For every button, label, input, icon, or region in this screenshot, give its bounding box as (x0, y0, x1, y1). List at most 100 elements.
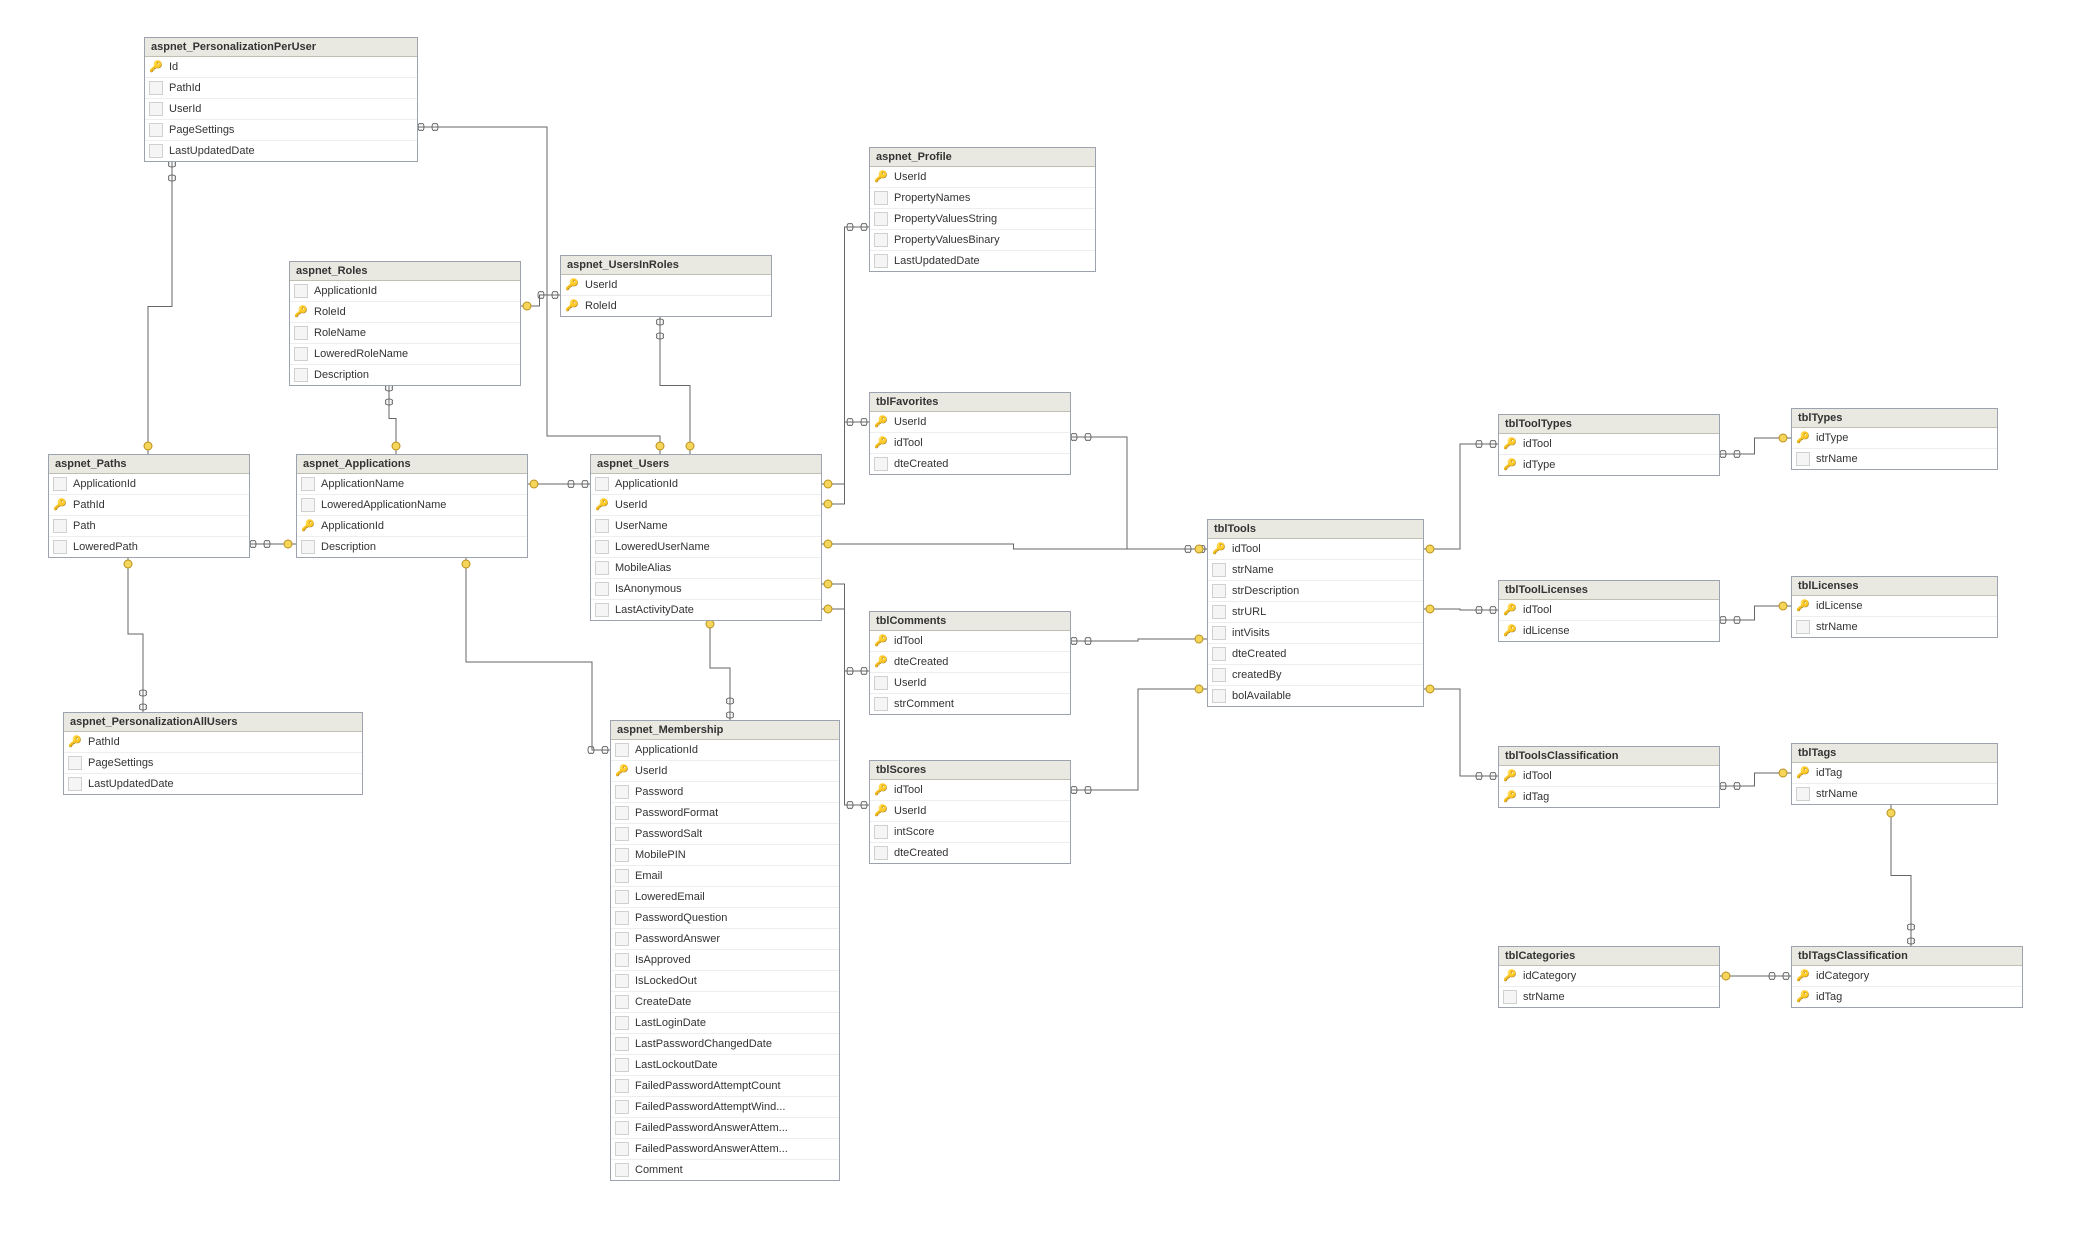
column-row[interactable]: 🔑idTag (1499, 787, 1719, 807)
entity-aspnet_Profile[interactable]: aspnet_Profile🔑UserIdPropertyNamesProper… (869, 147, 1096, 272)
column-row[interactable]: LoweredEmail (611, 887, 839, 908)
column-row[interactable]: dteCreated (870, 454, 1070, 474)
column-row[interactable]: 🔑UserId (591, 495, 821, 516)
column-row[interactable]: 🔑idTag (1792, 987, 2022, 1007)
entity-tblTypes[interactable]: tblTypes🔑idTypestrName (1791, 408, 1998, 470)
column-row[interactable]: PathId (145, 78, 417, 99)
entity-aspnet_UsersInRoles[interactable]: aspnet_UsersInRoles🔑UserId🔑RoleId (560, 255, 772, 317)
column-row[interactable]: 🔑RoleId (290, 302, 520, 323)
column-row[interactable]: PageSettings (145, 120, 417, 141)
entity-tblToolLicenses[interactable]: tblToolLicenses🔑idTool🔑idLicense (1498, 580, 1720, 642)
entity-tblFavorites[interactable]: tblFavorites🔑UserId🔑idTooldteCreated (869, 392, 1071, 475)
entity-aspnet_Applications[interactable]: aspnet_ApplicationsApplicationNameLowere… (296, 454, 528, 558)
entity-tblToolsClassification[interactable]: tblToolsClassification🔑idTool🔑idTag (1498, 746, 1720, 808)
column-row[interactable]: Path (49, 516, 249, 537)
column-row[interactable]: 🔑idTool (1499, 600, 1719, 621)
column-row[interactable]: 🔑idTool (1499, 434, 1719, 455)
entity-tblCategories[interactable]: tblCategories🔑idCategorystrName (1498, 946, 1720, 1008)
column-row[interactable]: PropertyNames (870, 188, 1095, 209)
column-row[interactable]: PageSettings (64, 753, 362, 774)
entity-tblTools[interactable]: tblTools🔑idToolstrNamestrDescriptionstrU… (1207, 519, 1424, 707)
column-row[interactable]: strDescription (1208, 581, 1423, 602)
entity-tblComments[interactable]: tblComments🔑idTool🔑dteCreatedUserIdstrCo… (869, 611, 1071, 715)
column-row[interactable]: intVisits (1208, 623, 1423, 644)
entity-tblScores[interactable]: tblScores🔑idTool🔑UserIdintScoredteCreate… (869, 760, 1071, 864)
column-row[interactable]: LastUpdatedDate (64, 774, 362, 794)
column-row[interactable]: LastPasswordChangedDate (611, 1034, 839, 1055)
entity-aspnet_Paths[interactable]: aspnet_PathsApplicationId🔑PathIdPathLowe… (48, 454, 250, 558)
column-row[interactable]: 🔑UserId (870, 412, 1070, 433)
column-row[interactable]: strName (1208, 560, 1423, 581)
column-row[interactable]: 🔑idLicense (1792, 596, 1997, 617)
column-row[interactable]: UserId (870, 673, 1070, 694)
entity-tblToolTypes[interactable]: tblToolTypes🔑idTool🔑idType (1498, 414, 1720, 476)
column-row[interactable]: ApplicationName (297, 474, 527, 495)
column-row[interactable]: PasswordSalt (611, 824, 839, 845)
column-row[interactable]: strComment (870, 694, 1070, 714)
column-row[interactable]: 🔑UserId (611, 761, 839, 782)
column-row[interactable]: 🔑idTool (870, 631, 1070, 652)
column-row[interactable]: createdBy (1208, 665, 1423, 686)
column-row[interactable]: 🔑idCategory (1792, 966, 2022, 987)
column-row[interactable]: dteCreated (1208, 644, 1423, 665)
column-row[interactable]: 🔑dteCreated (870, 652, 1070, 673)
column-row[interactable]: 🔑idTool (870, 780, 1070, 801)
column-row[interactable]: LastUpdatedDate (145, 141, 417, 161)
column-row[interactable]: PropertyValuesString (870, 209, 1095, 230)
column-row[interactable]: PasswordQuestion (611, 908, 839, 929)
column-row[interactable]: ApplicationId (611, 740, 839, 761)
column-row[interactable]: 🔑PathId (64, 732, 362, 753)
column-row[interactable]: 🔑idTool (1499, 766, 1719, 787)
column-row[interactable]: UserName (591, 516, 821, 537)
column-row[interactable]: strName (1792, 449, 1997, 469)
column-row[interactable]: FailedPasswordAttemptWind... (611, 1097, 839, 1118)
column-row[interactable]: 🔑idType (1499, 455, 1719, 475)
column-row[interactable]: MobileAlias (591, 558, 821, 579)
column-row[interactable]: Comment (611, 1160, 839, 1180)
entity-tblTags[interactable]: tblTags🔑idTagstrName (1791, 743, 1998, 805)
column-row[interactable]: CreateDate (611, 992, 839, 1013)
column-row[interactable]: MobilePIN (611, 845, 839, 866)
entity-aspnet_Roles[interactable]: aspnet_RolesApplicationId🔑RoleIdRoleName… (289, 261, 521, 386)
column-row[interactable]: 🔑Id (145, 57, 417, 78)
column-row[interactable]: RoleName (290, 323, 520, 344)
column-row[interactable]: 🔑idType (1792, 428, 1997, 449)
column-row[interactable]: FailedPasswordAttemptCount (611, 1076, 839, 1097)
column-row[interactable]: LoweredUserName (591, 537, 821, 558)
column-row[interactable]: 🔑idTool (1208, 539, 1423, 560)
column-row[interactable]: IsApproved (611, 950, 839, 971)
entity-aspnet_PersonalizationAllUsers[interactable]: aspnet_PersonalizationAllUsers🔑PathIdPag… (63, 712, 363, 795)
column-row[interactable]: 🔑UserId (870, 801, 1070, 822)
column-row[interactable]: LoweredRoleName (290, 344, 520, 365)
column-row[interactable]: PasswordFormat (611, 803, 839, 824)
column-row[interactable]: strURL (1208, 602, 1423, 623)
column-row[interactable]: ApplicationId (49, 474, 249, 495)
column-row[interactable]: IsLockedOut (611, 971, 839, 992)
column-row[interactable]: LastLockoutDate (611, 1055, 839, 1076)
column-row[interactable]: Description (290, 365, 520, 385)
column-row[interactable]: Email (611, 866, 839, 887)
column-row[interactable]: LastLoginDate (611, 1013, 839, 1034)
column-row[interactable]: 🔑idLicense (1499, 621, 1719, 641)
entity-tblLicenses[interactable]: tblLicenses🔑idLicensestrName (1791, 576, 1998, 638)
column-row[interactable]: 🔑idTool (870, 433, 1070, 454)
column-row[interactable]: FailedPasswordAnswerAttem... (611, 1118, 839, 1139)
column-row[interactable]: bolAvailable (1208, 686, 1423, 706)
column-row[interactable]: FailedPasswordAnswerAttem... (611, 1139, 839, 1160)
column-row[interactable]: 🔑ApplicationId (297, 516, 527, 537)
column-row[interactable]: strName (1792, 784, 1997, 804)
entity-aspnet_PersonalizationPerUser[interactable]: aspnet_PersonalizationPerUser🔑IdPathIdUs… (144, 37, 418, 162)
column-row[interactable]: 🔑idTag (1792, 763, 1997, 784)
column-row[interactable]: 🔑UserId (561, 275, 771, 296)
diagram-canvas[interactable]: aspnet_PersonalizationPerUser🔑IdPathIdUs… (0, 0, 2097, 1253)
column-row[interactable]: ApplicationId (591, 474, 821, 495)
column-row[interactable]: ApplicationId (290, 281, 520, 302)
column-row[interactable]: IsAnonymous (591, 579, 821, 600)
column-row[interactable]: strName (1792, 617, 1997, 637)
column-row[interactable]: strName (1499, 987, 1719, 1007)
column-row[interactable]: LoweredApplicationName (297, 495, 527, 516)
column-row[interactable]: PasswordAnswer (611, 929, 839, 950)
entity-tblTagsClassification[interactable]: tblTagsClassification🔑idCategory🔑idTag (1791, 946, 2023, 1008)
column-row[interactable]: PropertyValuesBinary (870, 230, 1095, 251)
column-row[interactable]: 🔑idCategory (1499, 966, 1719, 987)
